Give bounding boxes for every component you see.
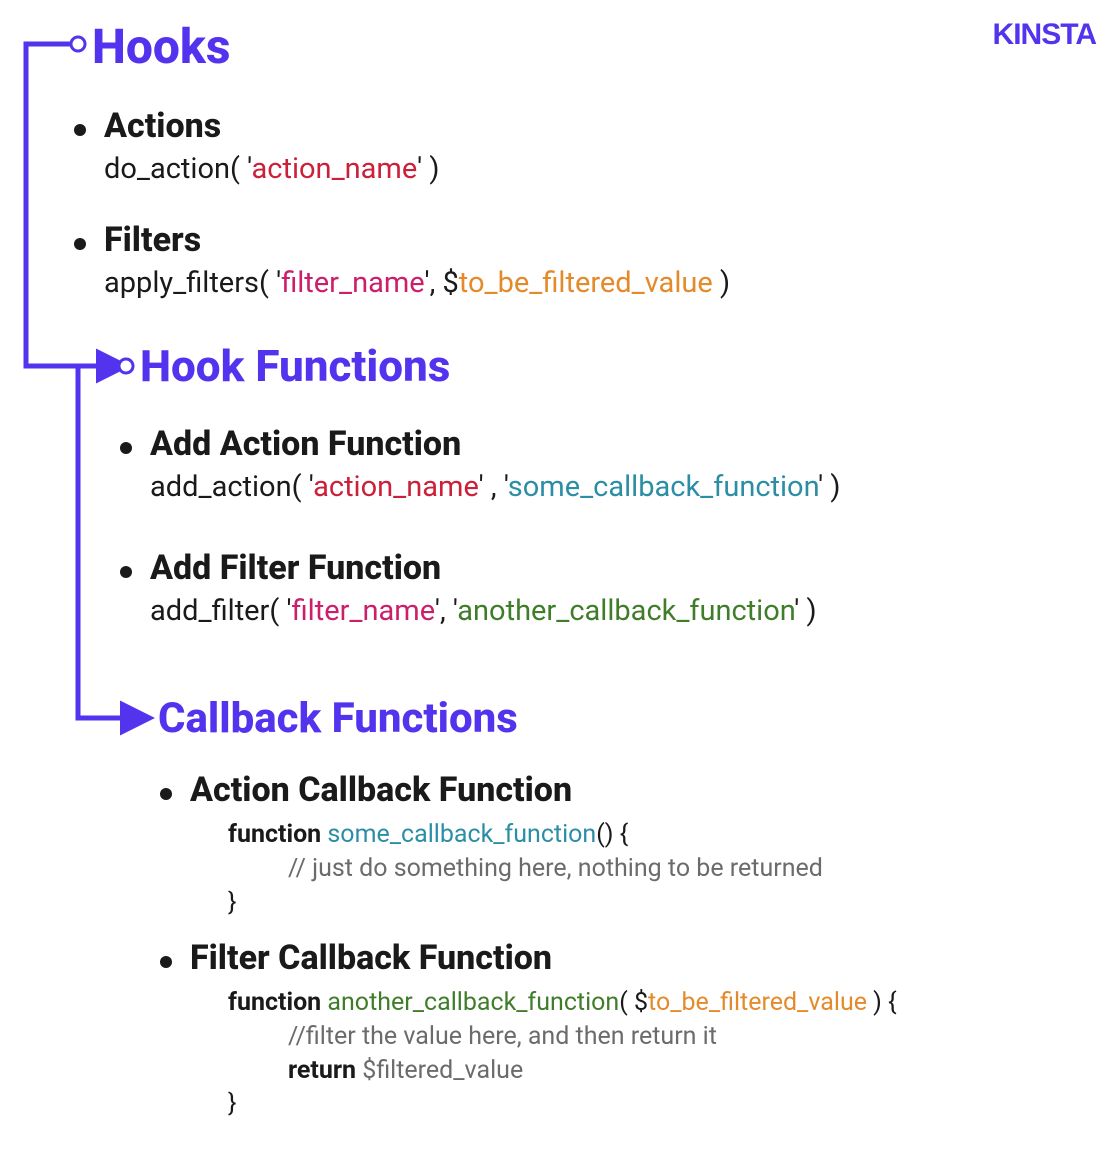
add-action-heading: Add Action Function <box>120 424 461 464</box>
action-callback-code: function some_callback_function() { // j… <box>228 818 823 919</box>
apply-filters-code: apply_filters( 'filter_name', $to_be_fil… <box>104 266 730 300</box>
filter-callback-heading: Filter Callback Function <box>160 938 552 978</box>
add-filter-code: add_filter( 'filter_name', 'another_call… <box>150 594 817 628</box>
bullet-icon <box>120 442 132 454</box>
bullet-icon <box>120 566 132 578</box>
bullet-icon <box>74 124 86 136</box>
bullet-icon <box>74 238 86 250</box>
add-filter-heading: Add Filter Function <box>120 548 441 588</box>
filters-heading: Filters <box>74 220 201 260</box>
brand-logo: KINSTA <box>993 18 1096 52</box>
add-action-code: add_action( 'action_name' , 'some_callba… <box>150 470 841 504</box>
action-callback-heading: Action Callback Function <box>160 770 572 810</box>
section-hooks-title: Hooks <box>92 18 231 75</box>
actions-heading: Actions <box>74 106 221 146</box>
section-hook-functions-title: Hook Functions <box>140 340 450 392</box>
bullet-icon <box>160 956 172 968</box>
section-callback-functions-title: Callback Functions <box>158 694 518 743</box>
bullet-icon <box>160 788 172 800</box>
filter-callback-code: function another_callback_function( $to_… <box>228 986 897 1121</box>
do-action-code: do_action( 'action_name' ) <box>104 152 439 186</box>
